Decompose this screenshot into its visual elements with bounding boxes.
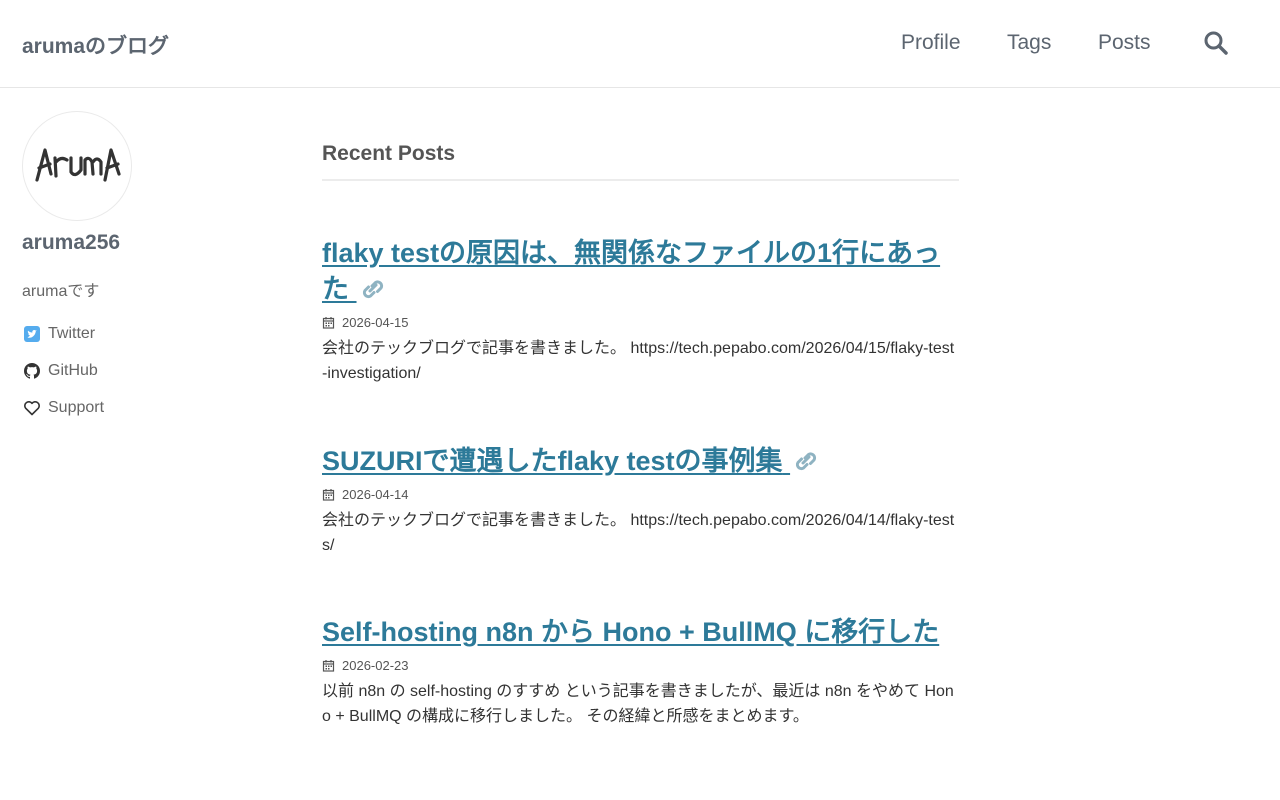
github-link[interactable]: GitHub — [22, 360, 98, 382]
post-meta: 2026-02-23 — [322, 656, 959, 674]
post-meta: 2026-04-14 — [322, 485, 959, 503]
support-label: Support — [48, 399, 105, 416]
avatar-logo — [35, 148, 121, 182]
post-item: flaky testの原因は、無関係なファイルの1行にあった 2026-04-1… — [322, 235, 959, 386]
calendar-icon — [322, 316, 335, 329]
section-divider — [322, 179, 959, 181]
post-date: 2026-02-23 — [342, 657, 409, 673]
post-date: 2026-04-14 — [342, 486, 409, 502]
post-title-link[interactable]: SUZURIで遭遇したflaky testの事例集 — [322, 446, 822, 476]
support-link[interactable]: Support — [22, 397, 104, 419]
calendar-icon — [322, 488, 335, 501]
twitter-label: Twitter — [48, 325, 96, 342]
author-bio: arumaです — [22, 283, 100, 300]
nav-tags[interactable]: Tags — [1007, 31, 1051, 55]
external-link-icon — [357, 275, 389, 301]
calendar-icon — [322, 659, 335, 672]
post-summary: 会社のテックブログで記事を書きました。 https://tech.pepabo.… — [322, 340, 955, 382]
avatar — [22, 111, 132, 221]
twitter-icon — [22, 324, 42, 344]
post-title-text: Self-hosting n8n から Hono + BullMQ に移行した — [322, 617, 940, 647]
post-title-text: SUZURIで遭遇したflaky testの事例集 — [322, 446, 783, 476]
site-header: arumaのブログ Profile Tags Posts — [0, 0, 1280, 88]
github-icon — [22, 361, 42, 381]
site-title-link[interactable]: arumaのブログ — [22, 30, 169, 60]
post-item: Self-hosting n8n から Hono + BullMQ に移行した … — [322, 614, 959, 729]
author-name: aruma256 — [22, 231, 121, 254]
post-title-link[interactable]: flaky testの原因は、無関係なファイルの1行にあった — [322, 238, 940, 304]
post-title-link[interactable]: Self-hosting n8n から Hono + BullMQ に移行した — [322, 617, 939, 647]
post-summary: 会社のテックブログで記事を書きました。 https://tech.pepabo.… — [322, 512, 955, 554]
post-title-text: flaky testの原因は、無関係なファイルの1行にあった — [322, 238, 941, 304]
section-title: Recent Posts — [322, 142, 456, 165]
nav-posts[interactable]: Posts — [1098, 31, 1151, 55]
search-icon[interactable] — [1203, 30, 1229, 56]
github-label: GitHub — [48, 362, 98, 379]
post-summary: 以前 n8n の self-hosting のすすめ という記事を書きましたが、… — [322, 683, 954, 725]
twitter-link[interactable]: Twitter — [22, 323, 95, 345]
heart-icon — [22, 398, 42, 418]
post-date: 2026-04-15 — [342, 314, 409, 330]
nav-profile[interactable]: Profile — [901, 31, 961, 55]
external-link-icon — [790, 447, 822, 473]
post-item: SUZURIで遭遇したflaky testの事例集 2026-04-14 会社の… — [322, 443, 959, 558]
post-meta: 2026-04-15 — [322, 313, 959, 331]
